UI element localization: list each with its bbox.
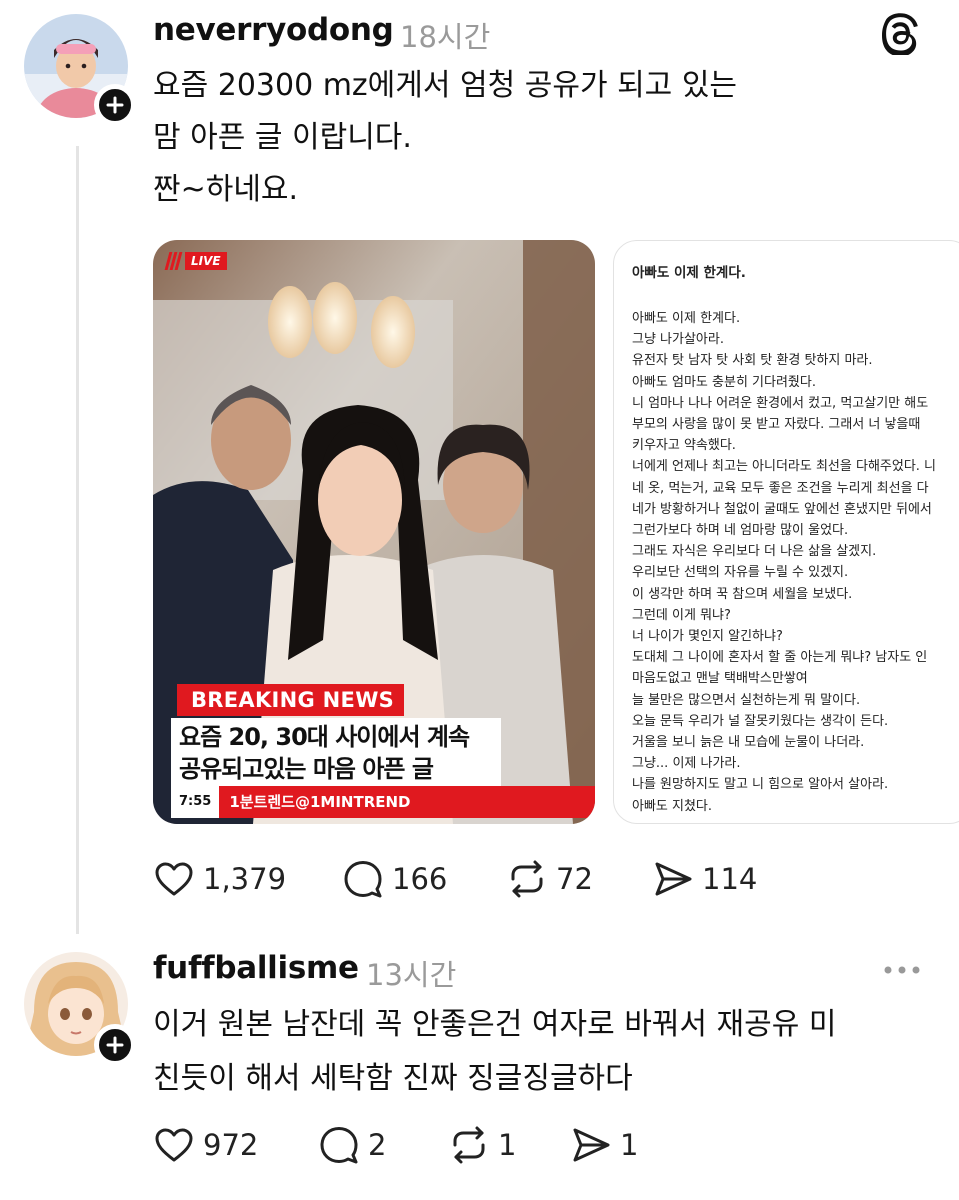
heart-icon [155,1128,193,1162]
repost-button[interactable]: 1 [448,1124,516,1166]
letter-line: 도대체 그 나이에 혼자서 할 줄 아는게 뭐냐? 남자도 인 [632,650,928,666]
breaking-news-label: BREAKING NEWS [177,684,405,716]
ticker-text: 1분트렌드@1MINTREND [219,786,595,818]
repost-button[interactable]: 72 [506,858,593,900]
news-image-card[interactable]: LIVE BREAKING NEWS 요즘 20, 30대 사이에서 계속 공유… [153,240,595,824]
letter-line: 오늘 문득 우리가 널 잘못키웠다는 생각이 든다. [632,713,889,729]
post-text-line: 요즘 20300 mz에게서 엄청 공유가 되고 있는 [153,68,738,103]
comment-count: 166 [392,862,448,896]
repost-icon [511,860,543,898]
share-button[interactable]: 1 [570,1124,638,1166]
plus-icon [106,1036,124,1054]
letter-line: 우리보단 선택의 자유를 누릴 수 있겠지. [632,565,849,581]
ticker-time: 7:55 [171,786,220,818]
letter-line: 이 생각만 하며 꾹 참으며 세월을 보냈다. [632,586,853,602]
follow-button[interactable] [94,1024,136,1066]
username[interactable]: fuffballisme [153,950,359,986]
letter-line: 그런가보다 하며 네 엄마랑 많이 울었다. [632,523,849,539]
like-button[interactable]: 1,379 [153,858,286,900]
letter-line: 너 나이가 몇인지 알긴하냐? [632,629,783,645]
reply-body: 이거 원본 남잔데 꼭 안좋은건 여자로 바꿔서 재공유 미 친듯이 해서 세탁… [153,998,837,1106]
news-headline: 요즘 20, 30대 사이에서 계속 공유되고있는 마음 아픈 글 [171,718,501,788]
thread-line [76,146,79,934]
letter-line: 그냥... 이제 나가라. [632,756,741,772]
reply-time: 13시간 [366,958,457,992]
letter-line: 그냥 나가살아라. [632,332,724,348]
more-icon[interactable] [880,958,924,982]
post-text-line: 맘 아픈 글 이랍니다. [153,120,412,155]
letter: 아빠도 이제 한계다. 아빠도 이제 한계다. 그냥 나가살아라. 유전자 탓 … [632,261,936,817]
reply-text-line: 친듯이 해서 세탁함 진짜 징글징글하다 [153,1061,633,1096]
username[interactable]: neverryodong [153,12,394,48]
comment-icon [320,1127,358,1164]
letter-line: 그래도 자식은 우리보다 더 나은 삶을 살겠지. [632,544,877,560]
letter-line: 아빠도 이제 한계다. [632,311,741,326]
follow-button[interactable] [94,84,136,126]
letter-line: 마음도없고 맨날 택배박스만쌓여 [632,671,808,687]
comment-icon [344,861,382,898]
share-count: 1 [620,1128,639,1162]
letter-line: 네가 방황하거나 철없이 굴때도 앞에선 혼냈지만 뒤에서 [632,501,932,517]
letter-line: 아빠도 엄마도 충분히 기다려줬다. [632,374,816,390]
letter-line: 키우자고 약속했다. [632,438,736,454]
headline-line: 요즘 20, 30대 사이에서 계속 [179,723,470,751]
letter-line: 나를 원망하지도 말고 니 힘으로 알아서 살아라. [632,777,889,793]
live-badge: LIVE [164,250,227,272]
repost-icon [453,1126,485,1164]
heart-icon [155,862,193,896]
post-time: 18시간 [400,20,491,54]
share-icon [655,862,692,896]
reply-text-line: 이거 원본 남잔데 꼭 안좋은건 여자로 바꿔서 재공유 미 [153,1007,837,1042]
letter-line: 늘 불만은 많으면서 실천하는게 뭐 말이다. [632,692,861,708]
letter-line: 너에게 언제나 최고는 아니더라도 최선을 다해주었다. 니 [632,459,937,475]
letter-line: 거울을 보니 늙은 내 모습에 눈물이 나더라. [632,735,865,751]
headline-line: 공유되고있는 마음 아픈 글 [179,755,434,783]
letter-line: 유전자 탓 남자 탓 사회 탓 환경 탓하지 마라. [632,353,873,369]
share-count: 114 [702,862,758,896]
letter-line: 부모의 사랑을 많이 못 받고 자랐다. 그래서 너 낳을때 [632,417,921,433]
letter-title: 아빠도 이제 한계다. [632,265,746,281]
like-count: 1,379 [203,862,287,896]
letter-line: 아빠도 지쳤다. [632,798,713,814]
repost-count: 1 [498,1128,517,1162]
plus-icon [106,96,124,114]
live-stripes [164,252,183,270]
post-body: 요즘 20300 mz에게서 엄청 공유가 되고 있는 맘 아픈 글 이랍니다.… [153,60,737,216]
share-button[interactable]: 114 [652,858,757,900]
letter-line: 그런데 이게 뭐냐? [632,607,731,623]
like-count: 972 [203,1128,259,1162]
letter-image-card[interactable]: 아빠도 이제 한계다. 아빠도 이제 한계다. 그냥 나가살아라. 유전자 탓 … [613,240,959,824]
comment-button[interactable]: 2 [318,1124,386,1166]
share-icon [573,1128,610,1162]
like-button[interactable]: 972 [153,1124,258,1166]
letter-line: 니 엄마나 나나 어려운 환경에서 컸고, 먹고살기만 해도 [632,395,929,411]
threads-logo-icon[interactable] [880,13,922,55]
comment-button[interactable]: 166 [342,858,447,900]
live-label: LIVE [185,252,227,270]
comment-count: 2 [368,1128,387,1162]
letter-line: 네 옷, 먹는거, 교육 모두 좋은 조건을 누리게 최선을 다 [632,480,929,496]
post-text-line: 짠~하네요. [153,172,299,207]
repost-count: 72 [556,862,593,896]
news-ticker: 7:55 1분트렌드@1MINTREND [171,786,595,818]
